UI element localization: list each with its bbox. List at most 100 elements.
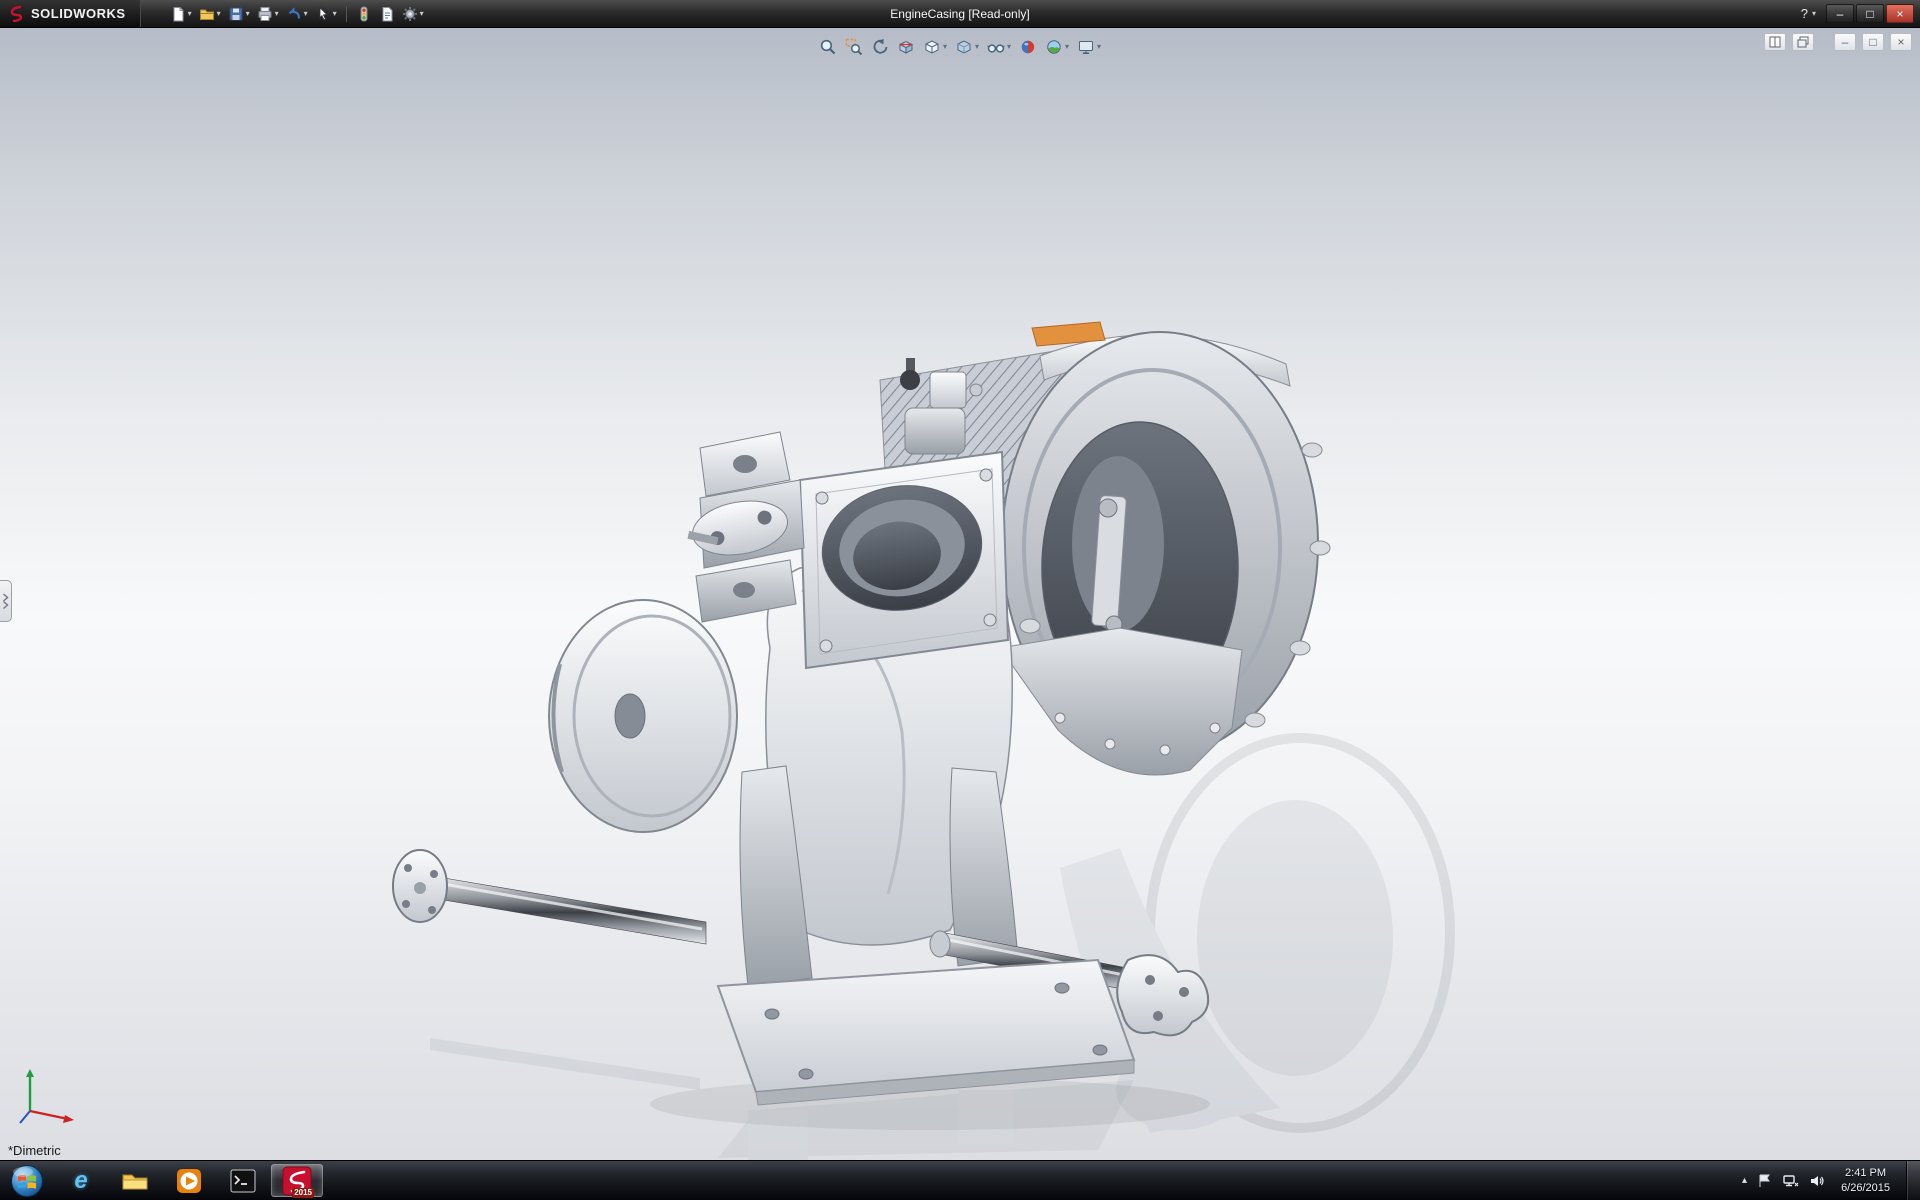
solidworks-logo: SOLIDWORKS bbox=[0, 0, 141, 27]
command-prompt-button[interactable] bbox=[217, 1164, 269, 1197]
help-button[interactable]: ? ▾ bbox=[1801, 6, 1816, 21]
toolbar-separator bbox=[346, 6, 347, 22]
hide-show-items-button[interactable]: ▾ bbox=[984, 34, 1014, 60]
undo-arrow-icon bbox=[286, 6, 302, 22]
taskbar-pinned-icons: e bbox=[54, 1161, 324, 1200]
dropdown-caret-icon[interactable]: ▾ bbox=[420, 10, 424, 18]
new-document-icon bbox=[170, 6, 186, 22]
section-view-icon bbox=[897, 38, 915, 56]
save-floppy-icon bbox=[228, 6, 244, 22]
dropdown-caret-icon[interactable]: ▾ bbox=[304, 10, 308, 18]
panel-expand-chevron-icon bbox=[2, 592, 9, 610]
edit-appearance-button[interactable] bbox=[1016, 34, 1040, 60]
doc-restore-button[interactable]: □ bbox=[1862, 33, 1884, 51]
dropdown-caret-icon[interactable]: ▾ bbox=[975, 43, 979, 51]
network-icon[interactable] bbox=[1783, 1173, 1799, 1189]
dropdown-caret-icon[interactable]: ▾ bbox=[188, 10, 192, 18]
print-icon bbox=[257, 6, 273, 22]
split-pane-button[interactable] bbox=[1764, 33, 1786, 51]
dropdown-caret-icon[interactable]: ▾ bbox=[1065, 43, 1069, 51]
dropdown-caret-icon[interactable]: ▾ bbox=[943, 43, 947, 51]
new-window-button[interactable] bbox=[1792, 33, 1814, 51]
section-view-button[interactable] bbox=[894, 34, 918, 60]
view-settings-button[interactable]: ▾ bbox=[1074, 34, 1104, 60]
command-prompt-icon bbox=[229, 1167, 257, 1195]
action-center-flag-icon[interactable] bbox=[1757, 1173, 1773, 1189]
rebuild-button[interactable] bbox=[353, 2, 375, 26]
xyz-triad-icon bbox=[16, 1065, 86, 1129]
internet-explorer-button[interactable]: e bbox=[55, 1164, 107, 1197]
document-window-controls: – □ × bbox=[1764, 33, 1912, 51]
dropdown-caret-icon[interactable]: ▾ bbox=[1007, 43, 1011, 51]
undo-button[interactable]: ▾ bbox=[283, 2, 311, 26]
clock-time: 2:41 PM bbox=[1841, 1166, 1890, 1181]
solidworks-logo-icon bbox=[8, 5, 26, 23]
zoom-to-fit-icon bbox=[819, 38, 837, 56]
previous-view-icon bbox=[871, 38, 889, 56]
taskbar-clock[interactable]: 2:41 PM 6/26/2015 bbox=[1835, 1166, 1896, 1196]
previous-view-button[interactable] bbox=[868, 34, 892, 60]
reference-triad bbox=[16, 1065, 86, 1134]
view-settings-icon bbox=[1077, 38, 1095, 56]
help-icon: ? bbox=[1801, 6, 1808, 21]
display-style-icon bbox=[955, 38, 973, 56]
dropdown-caret-icon[interactable]: ▾ bbox=[275, 10, 279, 18]
document-title: EngineCasing [Read-only] bbox=[890, 7, 1029, 21]
dropdown-caret-icon[interactable]: ▾ bbox=[1812, 10, 1816, 18]
brand-name: SOLIDWORKS bbox=[31, 6, 126, 21]
solidworks-app-icon: 2015 bbox=[282, 1166, 312, 1196]
heads-up-toolbar: ▾ ▾ ▾ bbox=[816, 34, 1104, 60]
doc-close-button[interactable]: × bbox=[1890, 33, 1912, 51]
show-hidden-icons-button[interactable]: ▴ bbox=[1742, 1175, 1747, 1186]
viewport-3d[interactable]: ▾ ▾ ▾ bbox=[0, 28, 1920, 1160]
save-button[interactable]: ▾ bbox=[225, 2, 253, 26]
view-orientation-button[interactable]: ▾ bbox=[920, 34, 950, 60]
media-player-icon bbox=[175, 1167, 203, 1195]
open-button[interactable]: ▾ bbox=[196, 2, 224, 26]
close-button[interactable]: × bbox=[1886, 4, 1914, 23]
menu-bar-toolbar: ▾ ▾ ▾ bbox=[141, 2, 427, 26]
window-controls: – □ × bbox=[1826, 4, 1914, 23]
apply-scene-button[interactable]: ▾ bbox=[1042, 34, 1072, 60]
new-document-button[interactable]: ▾ bbox=[167, 2, 195, 26]
view-orientation-label: *Dimetric bbox=[8, 1143, 61, 1158]
restore-button[interactable]: □ bbox=[1856, 4, 1884, 23]
show-desktop-button[interactable] bbox=[1906, 1161, 1920, 1200]
new-window-icon bbox=[1797, 36, 1809, 48]
solidworks-version-label: 2015 bbox=[292, 1188, 314, 1198]
volume-icon[interactable] bbox=[1809, 1173, 1825, 1189]
clock-date: 6/26/2015 bbox=[1841, 1181, 1890, 1196]
dropdown-caret-icon[interactable]: ▾ bbox=[246, 10, 250, 18]
media-player-button[interactable] bbox=[163, 1164, 215, 1197]
engine-casing-model[interactable] bbox=[0, 28, 1920, 1160]
view-orientation-cube-icon bbox=[923, 38, 941, 56]
options-button[interactable]: ▾ bbox=[399, 2, 427, 26]
solidworks-taskbar-button[interactable]: 2015 bbox=[271, 1164, 323, 1197]
file-explorer-folder-icon bbox=[121, 1167, 149, 1195]
engine-casing-geometry bbox=[393, 322, 1330, 1105]
zoom-to-area-button[interactable] bbox=[842, 34, 866, 60]
print-button[interactable]: ▾ bbox=[254, 2, 282, 26]
options-gear-icon bbox=[402, 6, 418, 22]
windows-taskbar: e bbox=[0, 1160, 1920, 1200]
doc-minimize-button[interactable]: – bbox=[1834, 33, 1856, 51]
feature-panel-collapsed-tab[interactable] bbox=[0, 580, 12, 622]
file-properties-button[interactable] bbox=[376, 2, 398, 26]
zoom-to-area-icon bbox=[845, 38, 863, 56]
start-button[interactable] bbox=[0, 1161, 54, 1200]
dropdown-caret-icon[interactable]: ▾ bbox=[217, 10, 221, 18]
system-tray: ▴ 2:41 PM 6/26/2015 bbox=[1742, 1161, 1906, 1200]
select-cursor-icon bbox=[315, 6, 331, 22]
windows-start-orb-icon bbox=[9, 1163, 45, 1199]
display-style-button[interactable]: ▾ bbox=[952, 34, 982, 60]
minimize-button[interactable]: – bbox=[1826, 4, 1854, 23]
internet-explorer-icon: e bbox=[74, 1169, 87, 1193]
file-explorer-button[interactable] bbox=[109, 1164, 161, 1197]
edit-appearance-ball-icon bbox=[1019, 38, 1037, 56]
solidworks-window: SOLIDWORKS ▾ ▾ bbox=[0, 0, 1920, 1200]
zoom-to-fit-button[interactable] bbox=[816, 34, 840, 60]
titlebar-right-controls: ? ▾ – □ × bbox=[1801, 0, 1914, 27]
select-button[interactable]: ▾ bbox=[312, 2, 340, 26]
dropdown-caret-icon[interactable]: ▾ bbox=[1097, 43, 1101, 51]
dropdown-caret-icon[interactable]: ▾ bbox=[333, 10, 337, 18]
